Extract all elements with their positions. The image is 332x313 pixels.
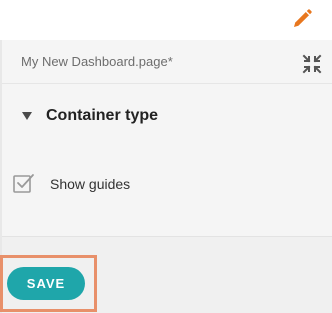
show-guides-label: Show guides (50, 176, 131, 192)
edit-button[interactable] (288, 6, 316, 32)
collapse-arrows-icon (302, 54, 322, 74)
panel-header: My New Dashboard.page* (2, 40, 332, 84)
caret-down-icon (22, 112, 32, 120)
checkbox-checked-icon (13, 174, 34, 193)
section-title: Container type (46, 107, 159, 124)
pencil-icon (294, 9, 312, 27)
collapse-panel-button[interactable] (300, 52, 324, 76)
save-button[interactable]: SAVE (7, 267, 85, 300)
container-type-section[interactable]: Container type (2, 92, 332, 140)
top-toolbar (0, 0, 332, 40)
header-divider (2, 83, 332, 84)
page-name: My New Dashboard.page* (21, 54, 173, 69)
show-guides-checkbox[interactable]: Show guides (12, 172, 212, 198)
